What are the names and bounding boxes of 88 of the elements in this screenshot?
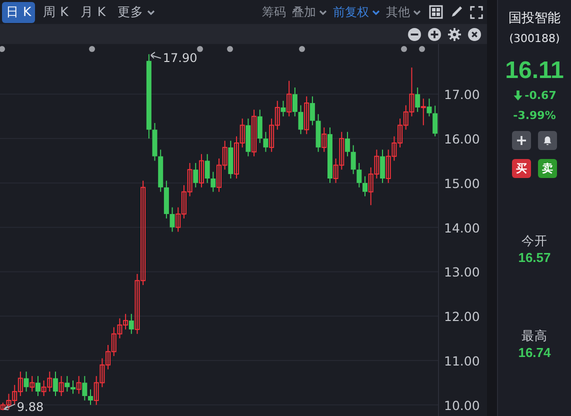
candlestick (257, 109, 262, 144)
add-watchlist-button[interactable] (512, 131, 531, 150)
zoom-out-icon[interactable] (408, 28, 421, 40)
event-marker-dot[interactable] (227, 46, 233, 52)
candlestick (304, 96, 310, 135)
candlestick (298, 104, 304, 135)
period-tab[interactable]: 日 K (2, 2, 36, 22)
candlestick (24, 371, 29, 392)
price-axis-label: 14.00 (444, 220, 480, 236)
stat-value: 16.57 (518, 250, 551, 265)
zoom-in-icon[interactable] (428, 28, 441, 40)
price-axis-label: 12.00 (444, 309, 480, 324)
event-marker-dot[interactable] (89, 46, 95, 52)
layout-grid-icon[interactable] (429, 5, 443, 19)
low-price-label: 9.88 (16, 400, 44, 414)
chart-option[interactable]: 其他 (385, 2, 422, 22)
sell-button[interactable]: 卖 (538, 159, 557, 178)
period-tab[interactable]: 月 K (76, 2, 110, 22)
candlestick (210, 171, 216, 192)
candlestick (292, 87, 298, 117)
price-axis-label: 13.00 (444, 264, 480, 280)
caret-icon (319, 10, 327, 14)
high-price-label: 17.90 (162, 51, 198, 66)
candlestick (322, 126, 327, 152)
chart-option[interactable]: 前复权 (332, 2, 381, 22)
buy-button[interactable]: 买 (512, 159, 531, 178)
candlestick (263, 131, 268, 152)
candlestick (82, 376, 88, 401)
stat-label: 今开 (521, 233, 548, 250)
candlestick (64, 376, 70, 392)
candlestick (426, 98, 432, 117)
plus-icon (517, 136, 526, 145)
leader-line (3, 404, 16, 410)
candlestick (193, 162, 198, 188)
candlestick (35, 376, 40, 397)
candlestick (420, 98, 426, 126)
event-marker-dot[interactable] (419, 46, 425, 52)
price-axis-label: 16.00 (444, 132, 480, 147)
candlestick (356, 162, 362, 188)
candlestick (380, 149, 386, 184)
more-dropdown[interactable]: 更多 (114, 2, 159, 22)
caret-icon (146, 10, 155, 14)
chart-option[interactable]: 叠加 (291, 2, 328, 22)
stat-value: 16.74 (518, 345, 551, 360)
leader-line (150, 52, 162, 59)
pen-icon[interactable] (450, 5, 463, 19)
price-axis-label: 11.00 (444, 354, 480, 368)
candlestick (286, 80, 292, 117)
candlestick (280, 100, 286, 117)
close-icon[interactable] (468, 28, 481, 40)
candlestick (415, 87, 420, 112)
percent-change: -3.99% (513, 109, 556, 122)
candlestick (58, 376, 64, 397)
settings-icon[interactable] (448, 28, 461, 40)
stock-code: (300188) (509, 32, 560, 45)
event-marker-dot[interactable] (197, 46, 203, 52)
price-axis-label: 15.00 (444, 176, 480, 191)
price-axis-label: 17.00 (444, 87, 480, 102)
candlestick (252, 109, 257, 157)
caret-icon (413, 10, 421, 14)
down-arrow-icon (512, 90, 523, 101)
candlestick (204, 154, 210, 184)
caret-icon (372, 10, 380, 14)
event-marker-dot[interactable] (299, 46, 305, 52)
bell-icon (543, 136, 552, 145)
alert-button[interactable] (538, 131, 557, 150)
candlestick (70, 380, 76, 394)
candlestick (52, 371, 58, 397)
candlestick (344, 131, 350, 157)
candlestick (76, 376, 82, 394)
fullscreen-icon[interactable] (470, 6, 483, 18)
candlestick (432, 105, 438, 137)
candlestick (128, 313, 134, 334)
candlestick (350, 144, 356, 175)
event-marker-dot[interactable] (401, 46, 407, 52)
candlestick (310, 96, 315, 126)
last-price: 16.11 (505, 57, 564, 85)
stat-label: 最高 (521, 328, 548, 345)
price-change: -0.67 (524, 89, 556, 102)
candlestick (198, 154, 204, 188)
price-axis-label: 10.00 (444, 398, 480, 413)
candlestick (362, 176, 368, 197)
chart-option[interactable]: 筹码 (261, 2, 287, 22)
period-tab[interactable]: 周 K (39, 2, 72, 22)
candlestick (88, 388, 94, 406)
stock-name: 国投智能 (508, 10, 560, 27)
candlestick (170, 206, 175, 232)
candlestick (30, 376, 35, 392)
